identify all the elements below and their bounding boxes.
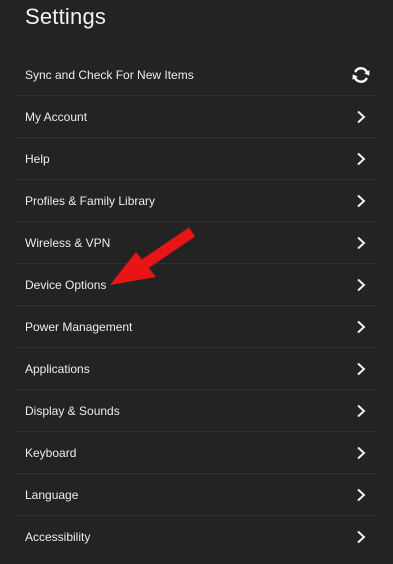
settings-item-accessibility[interactable]: Accessibility — [14, 516, 377, 558]
settings-item-label: Device Options — [25, 277, 107, 292]
settings-item-label: Wireless & VPN — [25, 235, 111, 250]
chevron-right-icon — [351, 359, 371, 379]
chevron-right-icon — [351, 233, 371, 253]
settings-list: Sync and Check For New Items My Account … — [0, 54, 393, 558]
settings-item-display-sounds[interactable]: Display & Sounds — [14, 390, 377, 432]
settings-item-label: My Account — [25, 109, 88, 124]
settings-item-sync[interactable]: Sync and Check For New Items — [14, 54, 377, 96]
settings-item-label: Sync and Check For New Items — [25, 67, 194, 82]
header: Settings — [0, 0, 393, 52]
settings-item-label: Applications — [25, 361, 90, 376]
settings-item-label: Language — [25, 487, 79, 502]
settings-item-label: Display & Sounds — [25, 403, 120, 418]
settings-item-label: Power Management — [25, 319, 133, 334]
settings-item-label: Accessibility — [25, 530, 91, 544]
settings-item-language[interactable]: Language — [14, 474, 377, 516]
settings-item-wireless-vpn[interactable]: Wireless & VPN — [14, 222, 377, 264]
chevron-right-icon — [351, 317, 371, 337]
settings-item-applications[interactable]: Applications — [14, 348, 377, 390]
settings-item-power-management[interactable]: Power Management — [14, 306, 377, 348]
chevron-right-icon — [351, 107, 371, 127]
settings-item-profiles-family-library[interactable]: Profiles & Family Library — [14, 180, 377, 222]
chevron-right-icon — [351, 401, 371, 421]
settings-item-device-options[interactable]: Device Options — [14, 264, 377, 306]
page-title: Settings — [25, 4, 107, 29]
chevron-right-icon — [351, 485, 371, 505]
settings-item-my-account[interactable]: My Account — [14, 96, 377, 138]
settings-item-label: Keyboard — [25, 445, 77, 460]
chevron-right-icon — [351, 527, 371, 547]
settings-item-keyboard[interactable]: Keyboard — [14, 432, 377, 474]
chevron-right-icon — [351, 275, 371, 295]
settings-item-label: Help — [25, 151, 50, 166]
chevron-right-icon — [351, 149, 371, 169]
chevron-right-icon — [351, 191, 371, 211]
sync-icon[interactable] — [351, 65, 371, 85]
settings-item-help[interactable]: Help — [14, 138, 377, 180]
settings-item-label: Profiles & Family Library — [25, 193, 156, 208]
chevron-right-icon — [351, 443, 371, 463]
